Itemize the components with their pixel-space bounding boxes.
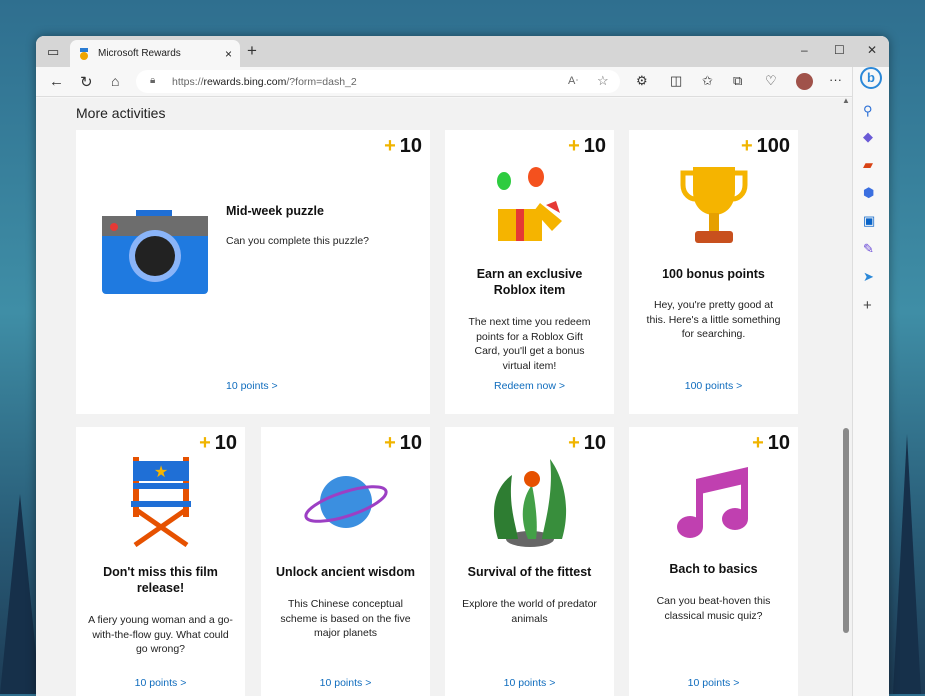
close-tab-button[interactable]: × xyxy=(225,47,232,61)
bing-copilot-icon[interactable]: b xyxy=(860,67,882,89)
tab-bar: ▭ Microsoft Rewards × + – ☐ ✕ xyxy=(36,36,889,67)
split-screen-icon[interactable]: ◫ xyxy=(670,73,682,89)
section-title: More activities xyxy=(76,105,165,121)
svg-text:★: ★ xyxy=(153,464,167,481)
planet-icon xyxy=(301,472,391,532)
lock-icon: 🔒︎ xyxy=(150,75,155,86)
card-title: Mid-week puzzle xyxy=(226,203,324,219)
more-menu-button[interactable]: ··· xyxy=(829,72,842,87)
points-badge: +10 xyxy=(568,432,606,455)
activity-card[interactable]: +10 Survival of the fittest Explore the … xyxy=(445,427,614,696)
points-badge: +10 xyxy=(199,432,237,455)
activity-card[interactable]: +10 ★ Don't miss this film release! A fi… xyxy=(76,427,245,696)
browser-window: ▭ Microsoft Rewards × + – ☐ ✕ ← ↻ ⌂ 🔒︎ h… xyxy=(36,36,889,696)
music-note-icon xyxy=(676,463,752,539)
card-description: Explore the world of predator animals xyxy=(459,597,600,626)
trophy-icon xyxy=(679,167,749,245)
minimize-button[interactable]: – xyxy=(801,43,808,57)
points-badge: +10 xyxy=(384,432,422,455)
camera-icon xyxy=(102,210,208,294)
games-icon[interactable]: ⬢ xyxy=(863,185,874,201)
rewards-medal-icon xyxy=(78,48,90,60)
card-description: A fiery young woman and a go-with-the-fl… xyxy=(88,613,233,657)
wallpaper-tree xyxy=(0,494,40,694)
search-icon[interactable]: ⚲ xyxy=(863,103,873,119)
office-icon[interactable]: ✎ xyxy=(863,241,874,257)
jungle-tiger-icon xyxy=(488,455,572,547)
card-link[interactable]: 10 points > xyxy=(629,677,798,689)
director-chair-icon: ★ xyxy=(129,457,193,547)
activity-card[interactable]: +10 Mid-week puzzle Can you complete thi… xyxy=(76,130,430,414)
card-description: Can you complete this puzzle? xyxy=(226,234,369,249)
tools-icon[interactable]: ▰ xyxy=(863,157,873,173)
card-title: Bach to basics xyxy=(635,561,792,577)
points-badge: +10 xyxy=(752,432,790,455)
card-title: Unlock ancient wisdom xyxy=(267,564,424,580)
page-content: More activities +10 Mid-week puzzle Can … xyxy=(36,98,852,696)
profile-avatar[interactable] xyxy=(796,73,813,90)
tab-microsoft-rewards[interactable]: Microsoft Rewards × xyxy=(70,40,240,67)
card-description: Can you beat-hoven this classical music … xyxy=(649,594,778,623)
add-sidebar-app-icon[interactable]: + xyxy=(863,297,872,314)
drop-icon[interactable]: ➤ xyxy=(863,269,874,285)
activity-card[interactable]: +100 100 bonus points Hey, you're pretty… xyxy=(629,130,798,414)
url-path: /?form=dash_2 xyxy=(286,76,356,88)
url-prefix: https:// xyxy=(172,76,204,88)
gift-balloons-icon xyxy=(490,165,570,245)
card-title: Survival of the fittest xyxy=(451,564,608,580)
browser-essentials-icon[interactable]: ♡ xyxy=(765,73,777,89)
card-link[interactable]: 10 points > xyxy=(76,677,245,689)
scrollbar-thumb[interactable] xyxy=(843,428,849,633)
favorite-star-icon[interactable]: ☆ xyxy=(597,73,609,89)
read-aloud-icon[interactable]: Aᐧ xyxy=(568,74,578,87)
new-tab-button[interactable]: + xyxy=(247,41,257,61)
tab-title: Microsoft Rewards xyxy=(98,48,181,59)
activity-card[interactable]: +10 Unlock ancient wisdom This Chinese c… xyxy=(261,427,430,696)
url-domain: rewards.bing.com xyxy=(204,76,287,88)
favorites-icon[interactable]: ✩ xyxy=(702,73,713,89)
card-title: Don't miss this film release! xyxy=(88,564,233,596)
refresh-icon[interactable]: ↻ xyxy=(80,73,93,91)
points-badge: +10 xyxy=(568,135,606,158)
activity-card[interactable]: +10 Bach to basics Can you beat-hoven th… xyxy=(629,427,798,696)
extensions-icon[interactable]: ⚙ xyxy=(636,73,648,89)
points-badge: +100 xyxy=(741,135,790,158)
card-link[interactable]: 10 points > xyxy=(445,677,614,689)
scrollbar[interactable]: ▲ xyxy=(840,98,852,696)
url-input[interactable]: 🔒︎ https://rewards.bing.com/?form=dash_2… xyxy=(136,70,620,93)
close-window-button[interactable]: ✕ xyxy=(867,43,877,57)
outlook-icon[interactable]: ▣ xyxy=(863,213,875,229)
card-title: 100 bonus points xyxy=(639,266,788,282)
address-bar-row: ← ↻ ⌂ 🔒︎ https://rewards.bing.com/?form=… xyxy=(36,67,889,97)
home-icon[interactable]: ⌂ xyxy=(111,73,119,89)
maximize-button[interactable]: ☐ xyxy=(834,43,845,57)
back-icon[interactable]: ← xyxy=(49,73,64,90)
card-link[interactable]: 100 points > xyxy=(629,380,798,392)
activity-card[interactable]: +10 Earn an exclusive Roblox item The ne… xyxy=(445,130,614,414)
card-link[interactable]: 10 points > xyxy=(226,380,430,392)
shopping-tag-icon[interactable]: ◆ xyxy=(863,129,873,145)
edge-sidebar: b ⚲ ◆ ▰ ⬢ ▣ ✎ ➤ + xyxy=(852,67,889,696)
points-badge: +10 xyxy=(384,135,422,158)
tab-actions-icon[interactable]: ▭ xyxy=(47,44,59,60)
card-link[interactable]: 10 points > xyxy=(261,677,430,689)
card-description: This Chinese conceptual scheme is based … xyxy=(275,597,416,641)
card-description: The next time you redeem points for a Ro… xyxy=(463,315,596,373)
collections-icon[interactable]: ⧉ xyxy=(733,73,742,89)
card-description: Hey, you're pretty good at this. Here's … xyxy=(645,298,782,342)
card-link[interactable]: Redeem now > xyxy=(445,380,614,392)
wallpaper-tree xyxy=(893,434,921,694)
card-title: Earn an exclusive Roblox item xyxy=(470,266,589,298)
